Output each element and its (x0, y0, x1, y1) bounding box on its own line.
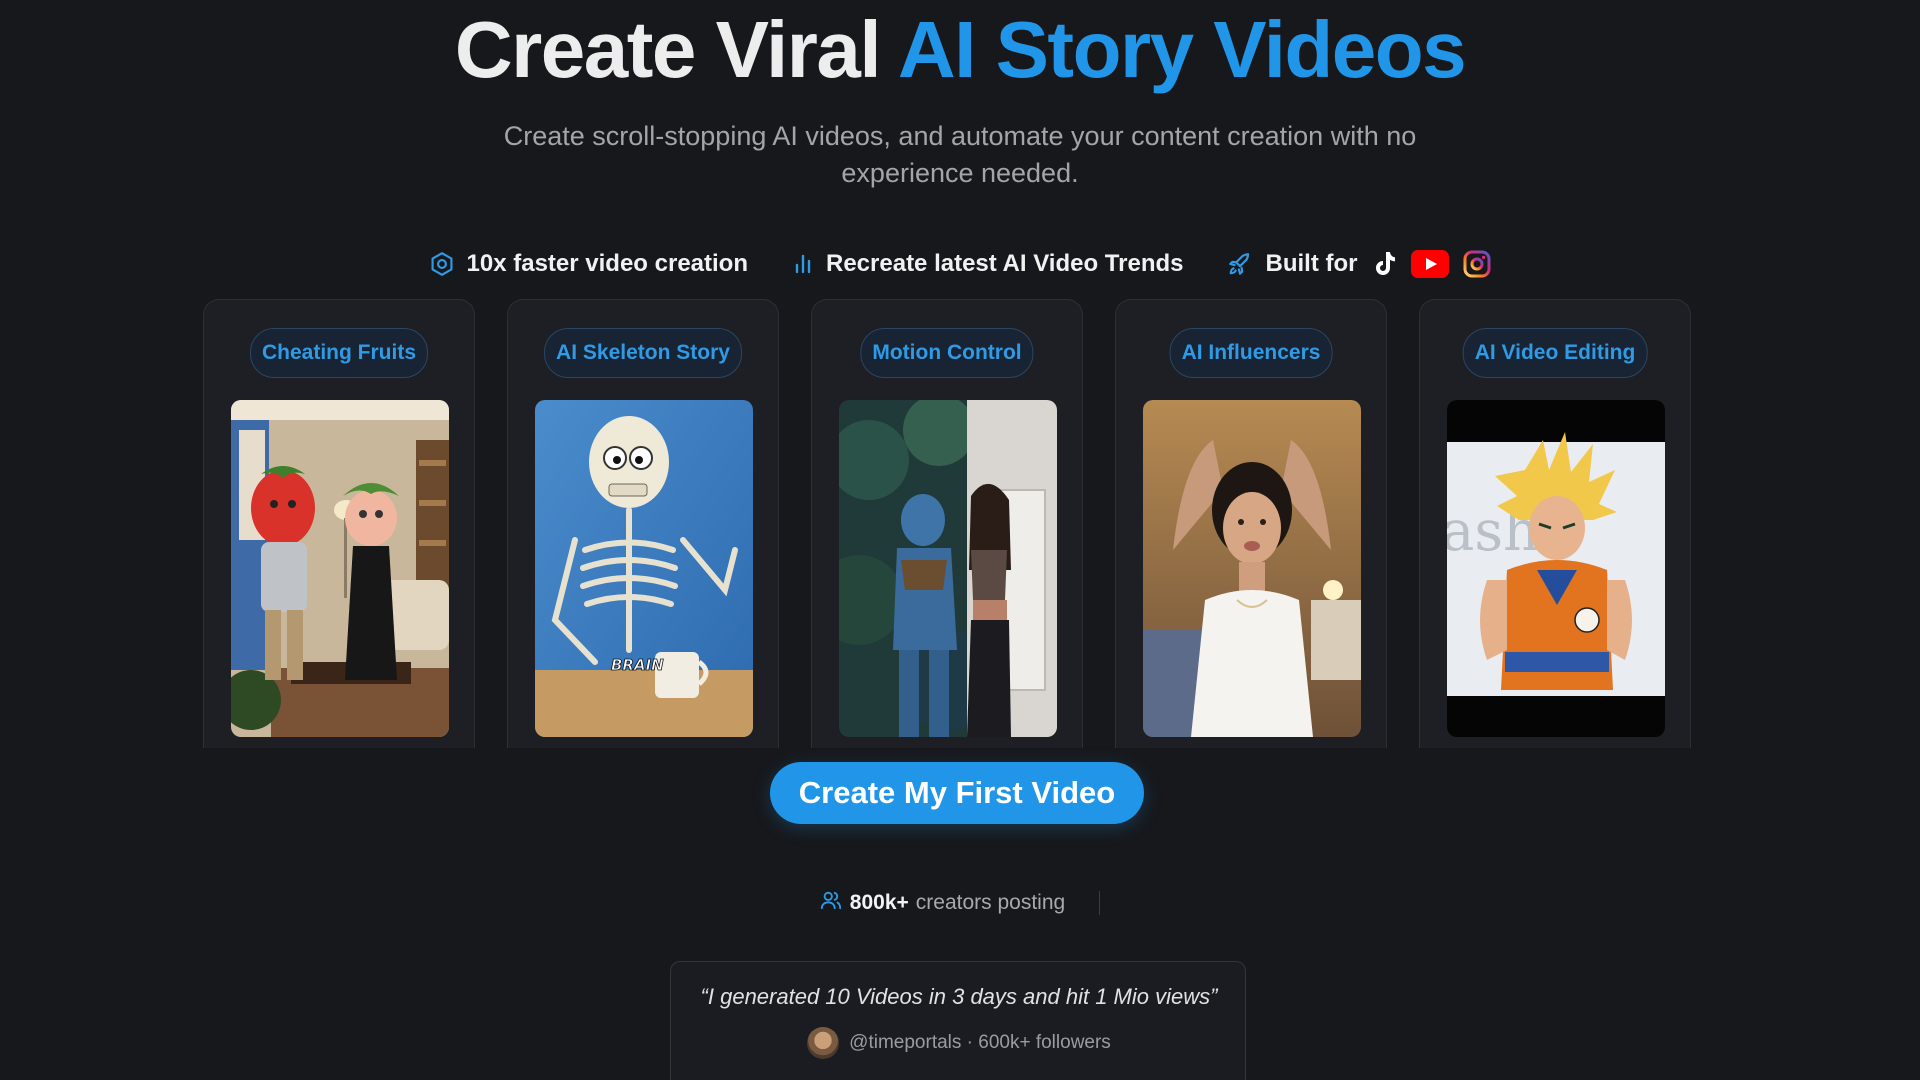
card-ai-video-editing[interactable]: AI Video Editing ashi (1419, 299, 1691, 748)
tiktok-icon (1373, 250, 1397, 278)
card-preview-image[interactable] (839, 400, 1057, 737)
testimonial-card: “I generated 10 Videos in 3 days and hit… (670, 961, 1246, 1080)
page-title: Create Viral AI Story Videos (0, 2, 1920, 98)
card-ai-influencers[interactable]: AI Influencers (1115, 299, 1387, 748)
gear-hexagon-icon (429, 251, 455, 277)
creator-count: 800k+ (849, 891, 909, 914)
card-label[interactable]: Cheating Fruits (249, 328, 429, 378)
feature-label: 10x faster video creation (466, 250, 748, 277)
instagram-icon (1463, 250, 1491, 278)
feature-bar: 10x faster video creation Recreate lates… (0, 244, 1920, 284)
example-cards: Cheating Fruits AI Skeleton Story BRAIN … (203, 299, 1697, 748)
feature-trends: Recreate latest AI Video Trends (792, 250, 1183, 278)
rocket-icon (1227, 251, 1253, 277)
create-first-video-button[interactable]: Create My First Video (770, 762, 1144, 824)
platform-icons (1373, 250, 1491, 278)
feature-label: Built for (1265, 250, 1358, 277)
card-label[interactable]: Motion Control (860, 328, 1034, 378)
card-preview-image[interactable]: BRAIN (535, 400, 753, 737)
card-label[interactable]: AI Video Editing (1462, 328, 1648, 378)
users-icon (820, 889, 842, 917)
card-ai-skeleton-story[interactable]: AI Skeleton Story BRAIN (507, 299, 779, 748)
creator-count-label: creators posting (915, 891, 1066, 914)
card-label[interactable]: AI Skeleton Story (544, 328, 742, 378)
card-preview-image[interactable]: ashi (1447, 400, 1665, 737)
card-label[interactable]: AI Influencers (1169, 328, 1333, 378)
testimonial-quote: “I generated 10 Videos in 3 days and hit… (700, 984, 1218, 1009)
youtube-icon (1411, 250, 1450, 278)
card-preview-image[interactable] (231, 400, 449, 737)
card-cheating-fruits[interactable]: Cheating Fruits (203, 299, 475, 748)
divider (1099, 891, 1101, 915)
avatar (807, 1027, 840, 1059)
feature-label: Recreate latest AI Video Trends (826, 250, 1184, 277)
author-handle: @timeportals · 600k+ followers (849, 1032, 1111, 1053)
title-plain: Create Viral (454, 5, 882, 94)
card-preview-image[interactable] (1143, 400, 1361, 737)
overlay-brain-text: BRAIN (611, 656, 664, 674)
card-motion-control[interactable]: Motion Control (811, 299, 1083, 748)
title-accent: AI Story Videos (897, 5, 1467, 94)
bar-chart-icon (792, 252, 814, 276)
feature-platforms: Built for (1227, 250, 1491, 278)
feature-speed: 10x faster video creation (429, 250, 748, 278)
subtitle: Create scroll-stopping AI videos, and au… (503, 121, 1417, 188)
testimonial-author: @timeportals · 600k+ followers (671, 1026, 1247, 1060)
creator-stats: 800k+ creators posting (0, 887, 1920, 919)
